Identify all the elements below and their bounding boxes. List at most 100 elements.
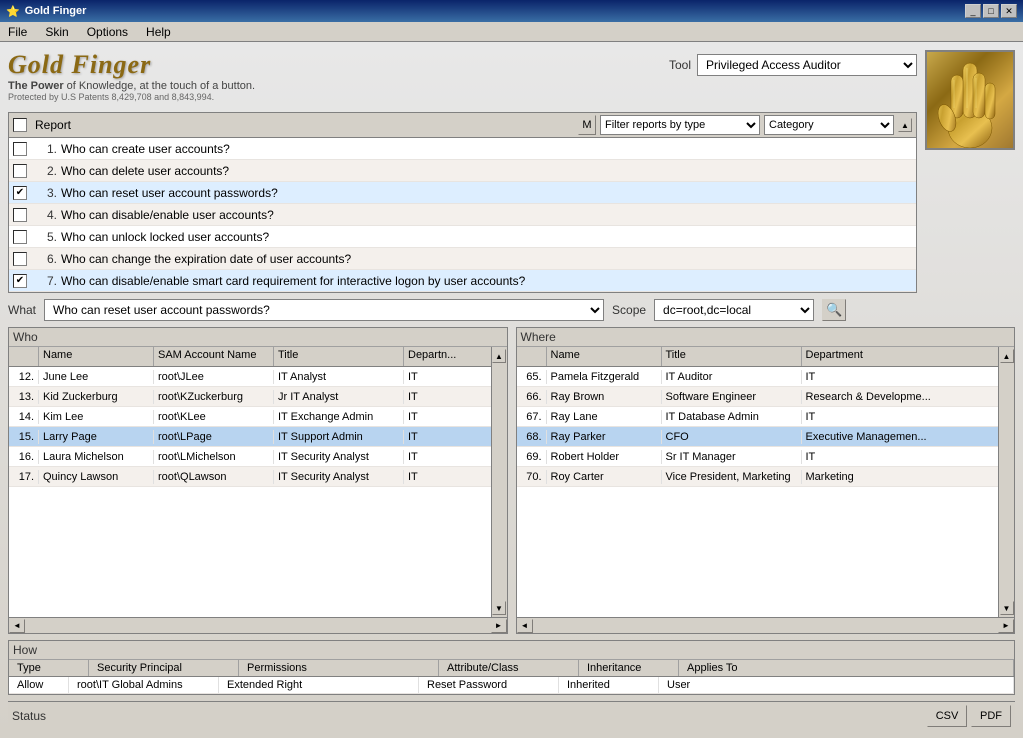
- report-col-header: Report: [31, 118, 574, 132]
- how-th-type: Type: [9, 660, 89, 676]
- minimize-button[interactable]: _: [965, 4, 981, 18]
- where-th-name: Name: [547, 347, 662, 366]
- menu-skin[interactable]: Skin: [41, 24, 72, 40]
- who-scroll-up[interactable]: ▲: [492, 349, 506, 363]
- where-row[interactable]: 67. Ray Lane IT Database Admin IT: [517, 407, 999, 427]
- menu-file[interactable]: File: [4, 24, 31, 40]
- how-label: How: [9, 641, 1014, 660]
- how-th-app: Applies To: [679, 660, 1014, 676]
- report-checkbox-2[interactable]: [13, 164, 27, 178]
- report-text-7: Who can disable/enable smart card requir…: [61, 274, 912, 288]
- where-label: Where: [517, 328, 1015, 347]
- logo-title: Gold Finger: [8, 50, 255, 80]
- select-all-checkbox[interactable]: [13, 118, 27, 132]
- status-bar: Status CSV PDF: [8, 701, 1015, 730]
- reports-header: Report M Filter reports by type All User…: [9, 113, 916, 138]
- pdf-button[interactable]: PDF: [971, 705, 1011, 727]
- where-row[interactable]: 69. Robert Holder Sr IT Manager IT: [517, 447, 999, 467]
- report-row: 2. Who can delete user accounts?: [9, 160, 916, 182]
- where-scroll-x: ◄ ►: [517, 617, 1015, 633]
- report-checkbox-3[interactable]: ✔: [13, 186, 27, 200]
- reports-section: Report M Filter reports by type All User…: [8, 112, 917, 293]
- report-checkbox-1[interactable]: [13, 142, 27, 156]
- report-text-3: Who can reset user account passwords?: [61, 186, 912, 200]
- menu-options[interactable]: Options: [83, 24, 132, 40]
- report-num-4: 4.: [33, 208, 57, 222]
- who-th-num: [9, 347, 39, 366]
- report-checkbox-4[interactable]: [13, 208, 27, 222]
- where-th-dept: Department: [802, 347, 999, 366]
- report-row: ✔ 3. Who can reset user account password…: [9, 182, 916, 204]
- search-button[interactable]: 🔍: [822, 299, 846, 321]
- who-row[interactable]: 17. Quincy Lawson root\QLawson IT Securi…: [9, 467, 491, 487]
- who-row[interactable]: 16. Laura Michelson root\LMichelson IT S…: [9, 447, 491, 467]
- where-th-num: [517, 347, 547, 366]
- report-text-5: Who can unlock locked user accounts?: [61, 230, 912, 244]
- who-scroll-x: ◄ ►: [9, 617, 507, 633]
- how-table: Type Security Principal Permissions Attr…: [9, 660, 1014, 694]
- csv-button[interactable]: CSV: [927, 705, 967, 727]
- tool-label: Tool: [669, 58, 691, 72]
- app-icon: ⭐: [6, 5, 20, 18]
- who-table-header: Name SAM Account Name Title Departn...: [9, 347, 491, 367]
- tool-select[interactable]: Privileged Access Auditor User Access Au…: [697, 54, 917, 76]
- where-row[interactable]: 66. Ray Brown Software Engineer Research…: [517, 387, 999, 407]
- reports-scroll-up[interactable]: ▲: [898, 118, 912, 132]
- header-section: Gold Finger The Power of Knowledge, at t…: [8, 50, 917, 106]
- how-row: Allow root\IT Global Admins Extended Rig…: [9, 677, 1014, 694]
- report-checkbox-5[interactable]: [13, 230, 27, 244]
- logo-patent: Protected by U.S Patents 8,429,708 and 8…: [8, 92, 255, 102]
- report-num-6: 6.: [33, 252, 57, 266]
- who-scroll-right[interactable]: ►: [491, 619, 507, 633]
- window-title: Gold Finger: [25, 5, 87, 17]
- logo-subtitle: The Power of Knowledge, at the touch of …: [8, 80, 255, 92]
- who-scroll-y[interactable]: ▲ ▼: [491, 347, 507, 617]
- report-text-6: Who can change the expiration date of us…: [61, 252, 912, 266]
- main-window: Gold Finger The Power of Knowledge, at t…: [0, 42, 1023, 738]
- where-scroll-down[interactable]: ▼: [1000, 601, 1014, 615]
- report-row: 1. Who can create user accounts?: [9, 138, 916, 160]
- what-select[interactable]: Who can reset user account passwords?: [44, 299, 604, 321]
- report-rows: 1. Who can create user accounts? 2. Who …: [9, 138, 916, 292]
- what-scope-row: What Who can reset user account password…: [8, 299, 1015, 321]
- maximize-button[interactable]: □: [983, 4, 999, 18]
- where-scroll-y[interactable]: ▲ ▼: [998, 347, 1014, 617]
- how-th-sec: Security Principal: [89, 660, 239, 676]
- who-label: Who: [9, 328, 507, 347]
- who-th-dept: Departn...: [404, 347, 491, 366]
- how-header-row: Type Security Principal Permissions Attr…: [9, 660, 1014, 677]
- finger-svg: [935, 53, 1005, 148]
- where-row[interactable]: 65. Pamela Fitzgerald IT Auditor IT: [517, 367, 999, 387]
- close-button[interactable]: ✕: [1001, 4, 1017, 18]
- who-row[interactable]: 13. Kid Zuckerburg root\KZuckerburg Jr I…: [9, 387, 491, 407]
- menu-bar: File Skin Options Help: [0, 22, 1023, 42]
- where-scroll-right[interactable]: ►: [998, 619, 1014, 633]
- menu-help[interactable]: Help: [142, 24, 175, 40]
- who-row[interactable]: 14. Kim Lee root\KLee IT Exchange Admin …: [9, 407, 491, 427]
- where-scroll-up[interactable]: ▲: [1000, 349, 1014, 363]
- who-row[interactable]: 15. Larry Page root\LPage IT Support Adm…: [9, 427, 491, 447]
- how-th-perm: Permissions: [239, 660, 439, 676]
- report-checkbox-7[interactable]: ✔: [13, 274, 27, 288]
- who-row[interactable]: 12. June Lee root\JLee IT Analyst IT: [9, 367, 491, 387]
- where-scroll-left[interactable]: ◄: [517, 619, 533, 633]
- who-panel: Who Name SAM Account Name Title Departn.…: [8, 327, 508, 634]
- report-text-2: Who can delete user accounts?: [61, 164, 912, 178]
- category-select[interactable]: Category All: [764, 115, 894, 135]
- how-th-attr: Attribute/Class: [439, 660, 579, 676]
- who-th-name: Name: [39, 347, 154, 366]
- how-rows: Allow root\IT Global Admins Extended Rig…: [9, 677, 1014, 694]
- m-button[interactable]: M: [578, 115, 596, 135]
- who-scroll-down[interactable]: ▼: [492, 601, 506, 615]
- report-row: 5. Who can unlock locked user accounts?: [9, 226, 916, 248]
- finger-image: [925, 50, 1015, 150]
- what-label: What: [8, 303, 36, 317]
- where-row[interactable]: 70. Roy Carter Vice President, Marketing…: [517, 467, 999, 487]
- scope-select[interactable]: dc=root,dc=local: [654, 299, 814, 321]
- filter-select[interactable]: Filter reports by type All User: [600, 115, 760, 135]
- where-row[interactable]: 68. Ray Parker CFO Executive Managemen..…: [517, 427, 999, 447]
- who-scroll-left[interactable]: ◄: [9, 619, 25, 633]
- report-text-4: Who can disable/enable user accounts?: [61, 208, 912, 222]
- how-th-inh: Inheritance: [579, 660, 679, 676]
- report-checkbox-6[interactable]: [13, 252, 27, 266]
